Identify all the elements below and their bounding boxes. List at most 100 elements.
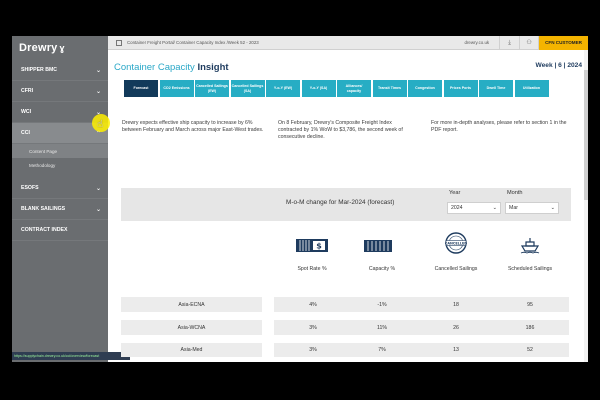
tab-label: Congestion <box>415 86 435 91</box>
tab-cancelled-sailings-sa[interactable]: Cancelled Sailings (SA) <box>230 80 265 97</box>
customer-button[interactable]: CFN CUSTOMER <box>539 36 588 50</box>
tab-congestion[interactable]: Congestion <box>408 80 442 97</box>
tab-co2-emissions[interactable]: CO2 Emissions <box>159 80 194 97</box>
drewry-logo[interactable]: Drewry ɣ <box>12 36 108 60</box>
page-scrollbar[interactable] <box>584 50 588 362</box>
table-cell: 3% <box>274 343 352 357</box>
tab-label: Dwell Time <box>486 86 506 91</box>
brand-name: Drewry <box>19 42 58 54</box>
tab-label: Alliances/ capacity <box>345 84 363 93</box>
svg-text:CANCELLED: CANCELLED <box>445 242 467 246</box>
ship-icon <box>490 234 570 256</box>
summary-text-capacity: Drewry expects effective ship capacity t… <box>122 120 264 133</box>
column-header-cancelled-sailings: Cancelled Sailings <box>434 266 478 272</box>
scrollbar-thumb[interactable] <box>584 70 588 200</box>
tab-yoy-sa[interactable]: Y-o-Y (SA) <box>301 80 336 97</box>
tab-alliances-capacity[interactable]: Alliances/ capacity <box>337 80 371 97</box>
title-main: Container Capacity <box>114 62 198 73</box>
chevron-down-icon: ⌄ <box>492 205 497 211</box>
table-cell: 3% <box>274 320 352 335</box>
sidebar-item-label: CFRI <box>21 88 34 94</box>
tab-label: Prices Ports <box>450 86 471 91</box>
chevron-down-icon: ⌄ <box>95 88 101 95</box>
table-cell: 11% <box>343 320 421 335</box>
breadcrumb: Container Freight Portal/ Container Capa… <box>127 40 259 45</box>
sidebar-subitem-content-page[interactable]: Content Page <box>12 144 108 158</box>
svg-text:$: $ <box>316 242 322 251</box>
top-bar: Container Freight Portal/ Container Capa… <box>108 36 588 50</box>
sidebar-item-label: SHIPPER BMC <box>21 67 58 73</box>
sidebar-item-label: ESOFS <box>21 185 39 191</box>
mom-title: M-o-M change for Mar-2024 (forecast) <box>286 199 395 206</box>
sidebar: Drewry ɣ SHIPPER BMC ⌄ CFRI ⌄ WCI ⌄ CCI ⌃ Co… <box>12 36 108 362</box>
sidebar-subitem-methodology[interactable]: Methodology <box>12 158 108 172</box>
summary-text-freight-index: On 8 February, Drewry's Composite Freigh… <box>278 120 403 140</box>
tab-dwell-time[interactable]: Dwell Time <box>479 80 513 97</box>
sidebar-item-esofs[interactable]: ESOFS ⌄ <box>12 178 108 199</box>
month-value: Mar <box>509 205 518 211</box>
chevron-down-icon: ⌄ <box>95 67 101 74</box>
table-cell: 52 <box>491 343 569 357</box>
tab-yoy-ew[interactable]: Y-o-Y (EW) <box>266 80 300 97</box>
month-select[interactable]: Mar ⌄ <box>505 202 559 214</box>
chevron-down-icon: ⌄ <box>95 206 101 213</box>
tab-transit-times[interactable]: Transit Times <box>372 80 407 97</box>
tab-label: Cancelled Sailings (SA) <box>231 84 264 93</box>
table-cell: 13 <box>417 343 495 357</box>
table-cell: 26 <box>417 320 495 335</box>
sidebar-item-shipper-bmc[interactable]: SHIPPER BMC ⌄ <box>12 60 108 81</box>
tab-forecast[interactable]: Forecast <box>124 80 158 97</box>
table-cell: 95 <box>491 297 569 312</box>
tab-label: Y-o-Y (EW) <box>273 86 293 91</box>
title-bold: Insight <box>197 62 229 73</box>
column-header-spot-rate: Spot Rate % <box>297 266 327 272</box>
column-header-scheduled-sailings: Scheduled Sailings <box>507 266 553 272</box>
sidebar-item-label: BLANK SAILINGS <box>21 206 66 212</box>
table-row-label: Asia-ECNA <box>121 297 262 312</box>
tab-label: Forecast <box>133 86 149 91</box>
year-select[interactable]: 2024 ⌄ <box>447 202 501 214</box>
month-label: Month <box>507 190 523 196</box>
sidebar-item-contract-index[interactable]: CONTRACT INDEX <box>12 220 108 241</box>
table-cell: 4% <box>274 297 352 312</box>
week-indicator: Week | 6 | 2024 <box>535 62 582 69</box>
tab-utilization[interactable]: Utilization <box>514 80 549 97</box>
chevron-down-icon: ⌄ <box>95 185 101 192</box>
chevron-down-icon: ⌄ <box>550 205 555 211</box>
sidebar-subitem-label: Content Page <box>29 148 58 154</box>
year-label: Year <box>449 190 461 196</box>
page-title: Container Capacity Insight <box>114 62 229 73</box>
table-row-label: Asia-WCNA <box>121 320 262 335</box>
mom-panel: M-o-M change for Mar-2024 (forecast) Yea… <box>121 188 571 221</box>
sidebar-item-blank-sailings[interactable]: BLANK SAILINGS ⌄ <box>12 199 108 220</box>
link-status-bar: https://supplychain.drewry.co.uk/cci/ove… <box>12 352 130 360</box>
tab-label: Utilization <box>522 86 541 91</box>
sidebar-subitem-label: Methodology <box>29 162 56 168</box>
tab-label: Transit Times <box>377 86 402 91</box>
sidebar-item-label: WCI <box>21 109 32 115</box>
site-link[interactable]: drewry.co.uk <box>465 40 490 45</box>
document-icon <box>116 39 122 46</box>
table-cell: 186 <box>491 320 569 335</box>
user-icon[interactable]: ⚇ <box>519 36 540 50</box>
cancelled-stamp-icon: CANCELLED <box>416 232 496 254</box>
table-cell: 18 <box>417 297 495 312</box>
table-cell: -1% <box>343 297 421 312</box>
sidebar-item-label: CCI <box>21 130 30 136</box>
column-header-capacity: Capacity % <box>368 266 396 272</box>
tab-bar: Forecast CO2 Emissions Cancelled Sailing… <box>124 80 549 97</box>
tab-prices-ports[interactable]: Prices Ports <box>443 80 478 97</box>
summary-text-report-link: For more in-depth analyses, please refer… <box>431 120 567 133</box>
table-cell: 7% <box>343 343 421 357</box>
download-icon[interactable]: ⤓ <box>499 36 519 50</box>
tab-label: Cancelled Sailings (EW) <box>196 84 228 93</box>
tab-cancelled-sailings-ew[interactable]: Cancelled Sailings (EW) <box>195 80 229 97</box>
year-value: 2024 <box>451 205 463 211</box>
container-icon <box>338 234 418 256</box>
tab-label: CO2 Emissions <box>163 86 190 91</box>
table-row-label: Asia-Med <box>121 343 262 357</box>
sidebar-item-cfri[interactable]: CFRI ⌄ <box>12 81 108 102</box>
flame-icon: ɣ <box>59 43 65 53</box>
tab-label: Y-o-Y (SA) <box>309 86 328 91</box>
customer-label: CFN CUSTOMER <box>545 39 582 45</box>
